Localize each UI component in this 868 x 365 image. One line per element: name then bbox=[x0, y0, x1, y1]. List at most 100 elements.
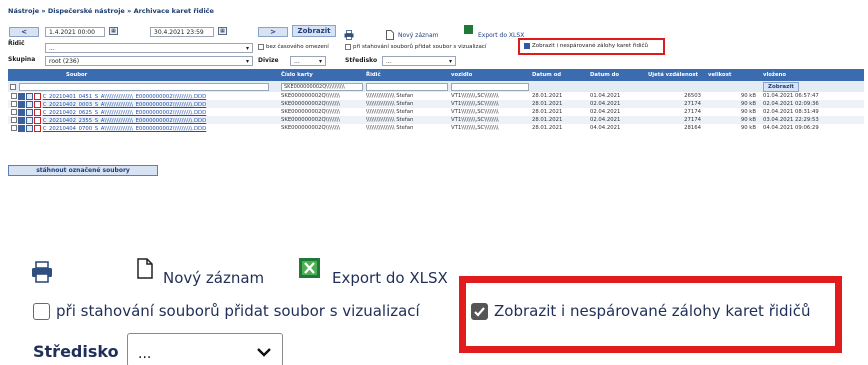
row-checkbox[interactable] bbox=[11, 101, 17, 107]
division-select[interactable]: ... ▾ bbox=[290, 56, 326, 66]
driver-label: Řidič bbox=[8, 40, 25, 47]
calendar-icon[interactable]: ▦ bbox=[218, 27, 227, 35]
filter-driver-input[interactable] bbox=[366, 82, 448, 91]
calendar-icon[interactable]: ▦ bbox=[109, 27, 118, 35]
file-link[interactable]: C_20210402_0003_S_A\\\\\\\\\\\\\\\\_E000… bbox=[43, 102, 207, 108]
document-icon[interactable] bbox=[26, 92, 33, 100]
add-visualization-checkbox[interactable]: při stahování souborů přidat soubor s vi… bbox=[345, 44, 486, 50]
document-icon[interactable] bbox=[26, 108, 33, 116]
folder-icon[interactable] bbox=[18, 124, 25, 132]
excel-icon[interactable] bbox=[299, 258, 320, 278]
col-distance[interactable]: Ujetá vzdálenost bbox=[645, 69, 705, 81]
files-table: Soubor Číslo karty Řidič vozidlo Datum o… bbox=[8, 69, 864, 132]
new-record-link[interactable]: Nový záznam bbox=[163, 269, 264, 287]
center-label: Středisko bbox=[33, 342, 119, 361]
row-checkbox[interactable] bbox=[11, 125, 17, 131]
vehicle-cell: VT1\\\\\\\\,SC\\\\\\\\ bbox=[448, 116, 529, 124]
filter-row: SKE000000002Q\\\\\\\\\\\ Zobrazit bbox=[8, 81, 864, 92]
card-cell: SKE000000002Q\\\\\\\\ bbox=[278, 92, 363, 100]
add-visualization-checkbox[interactable]: při stahování souborů přidat soubor s vi… bbox=[33, 302, 420, 320]
new-document-icon[interactable] bbox=[386, 25, 394, 40]
show-button[interactable]: Zobrazit bbox=[292, 25, 336, 37]
chevron-down-icon: ▾ bbox=[318, 57, 322, 65]
vehicle-cell: VT1\\\\\\\\,SC\\\\\\\\ bbox=[448, 92, 529, 100]
folder-icon[interactable] bbox=[18, 116, 25, 124]
prev-period-button[interactable]: < bbox=[9, 27, 39, 37]
no-time-limit-checkbox[interactable]: bez časového omezení bbox=[258, 44, 329, 50]
col-size[interactable]: velikost bbox=[705, 69, 760, 81]
folder-icon[interactable] bbox=[18, 100, 25, 108]
group-label: Skupina bbox=[8, 56, 36, 63]
filter-card-input[interactable]: SKE000000002Q\\\\\\\\\\\ bbox=[281, 82, 363, 91]
print-icon[interactable] bbox=[344, 25, 354, 40]
show-unpaired-checkbox[interactable]: Zobrazit i nespárované zálohy karet řidi… bbox=[471, 302, 810, 320]
driver-cell: \\\\\\\\\\\\\\\\ Stefan bbox=[363, 100, 448, 108]
driver-cell: \\\\\\\\\\\\\\\\ Stefan bbox=[363, 92, 448, 100]
document-icon[interactable] bbox=[26, 124, 33, 132]
pdf-icon[interactable] bbox=[34, 124, 41, 132]
file-link[interactable]: C_20210404_0700_S_A\\\\\\\\\\\\\\\\_E000… bbox=[43, 126, 207, 132]
new-document-icon[interactable] bbox=[137, 258, 153, 279]
center-select[interactable]: ... bbox=[127, 333, 283, 365]
pdf-icon[interactable] bbox=[34, 92, 41, 100]
inserted-cell: 04.04.2021 09:06:29 bbox=[760, 124, 864, 132]
table-row: C_20210401_0451_S_A\\\\\\\\\\\\\\\\_E000… bbox=[8, 92, 864, 100]
card-cell: SKE000000002Q\\\\\\\\ bbox=[278, 124, 363, 132]
folder-icon[interactable] bbox=[18, 108, 25, 116]
checkbox-box[interactable] bbox=[258, 44, 264, 50]
center-label: Středisko bbox=[345, 57, 378, 64]
col-date-to[interactable]: Datum do bbox=[587, 69, 645, 81]
excel-icon[interactable] bbox=[464, 25, 473, 34]
next-period-button[interactable]: > bbox=[258, 27, 288, 37]
col-inserted[interactable]: vloženo bbox=[760, 69, 864, 81]
pdf-icon[interactable] bbox=[34, 100, 41, 108]
size-cell: 90 kB bbox=[705, 124, 760, 132]
distance-cell: 27174 bbox=[645, 100, 705, 108]
inserted-cell: 03.04.2021 22:29:53 bbox=[760, 116, 864, 124]
folder-icon[interactable] bbox=[18, 92, 25, 100]
select-all-checkbox[interactable] bbox=[10, 83, 16, 90]
filter-file-input[interactable] bbox=[19, 82, 269, 91]
date-from-input[interactable]: 1.4.2021 00:00 bbox=[45, 27, 105, 37]
chevron-down-icon: ▾ bbox=[448, 57, 452, 65]
col-date-from[interactable]: Datum od bbox=[529, 69, 587, 81]
row-checkbox[interactable] bbox=[11, 117, 17, 123]
col-card[interactable]: Číslo karty bbox=[278, 69, 363, 81]
date-from-cell: 28.01.2021 bbox=[529, 116, 587, 124]
checkbox-box[interactable] bbox=[33, 302, 50, 320]
driver-cell: \\\\\\\\\\\\\\\\ Stefan bbox=[363, 108, 448, 116]
file-link[interactable]: C_20210401_0451_S_A\\\\\\\\\\\\\\\\_E000… bbox=[43, 94, 207, 100]
col-driver[interactable]: Řidič bbox=[363, 69, 448, 81]
filter-show-button[interactable]: Zobrazit bbox=[763, 81, 799, 92]
driver-select[interactable]: ... ▾ bbox=[45, 43, 253, 53]
document-icon[interactable] bbox=[26, 116, 33, 124]
new-record-link[interactable]: Nový záznam bbox=[398, 32, 438, 39]
breadcrumb: Nástroje » Dispečerské nástroje » Archiv… bbox=[8, 7, 214, 15]
col-file[interactable]: Soubor bbox=[8, 69, 278, 81]
center-select[interactable]: ... ▾ bbox=[382, 56, 456, 66]
card-cell: SKE000000002Q\\\\\\\\ bbox=[278, 100, 363, 108]
date-from-cell: 28.01.2021 bbox=[529, 92, 587, 100]
table-header-row: Soubor Číslo karty Řidič vozidlo Datum o… bbox=[8, 69, 864, 81]
pdf-icon[interactable] bbox=[34, 116, 41, 124]
date-to-cell: 02.04.2021 bbox=[587, 108, 645, 116]
driver-cell: \\\\\\\\\\\\\\\\ Stefan bbox=[363, 116, 448, 124]
export-xlsx-link[interactable]: Export do XLSX bbox=[332, 269, 448, 287]
group-select-value: root (236) bbox=[49, 57, 80, 65]
row-checkbox[interactable] bbox=[11, 93, 17, 99]
date-from-cell: 28.01.2021 bbox=[529, 100, 587, 108]
driver-select-value: ... bbox=[49, 44, 55, 52]
print-icon[interactable] bbox=[31, 261, 53, 283]
checkmark-icon[interactable] bbox=[471, 302, 488, 320]
col-vehicle[interactable]: vozidlo bbox=[448, 69, 529, 81]
document-icon[interactable] bbox=[26, 100, 33, 108]
pdf-icon[interactable] bbox=[34, 108, 41, 116]
file-link[interactable]: C_20210402_2355_S_A\\\\\\\\\\\\\\\\_E000… bbox=[43, 118, 207, 124]
checkbox-box[interactable] bbox=[345, 44, 351, 50]
group-select[interactable]: root (236) ▾ bbox=[45, 56, 253, 66]
file-link[interactable]: C_20210402_0625_S_A\\\\\\\\\\\\\\\\_E000… bbox=[43, 110, 207, 116]
date-to-input[interactable]: 30.4.2021 23:59 bbox=[150, 27, 214, 37]
filter-vehicle-input[interactable] bbox=[451, 82, 529, 91]
row-checkbox[interactable] bbox=[11, 109, 17, 115]
download-selected-button[interactable]: stáhnout označené soubory bbox=[8, 165, 158, 176]
